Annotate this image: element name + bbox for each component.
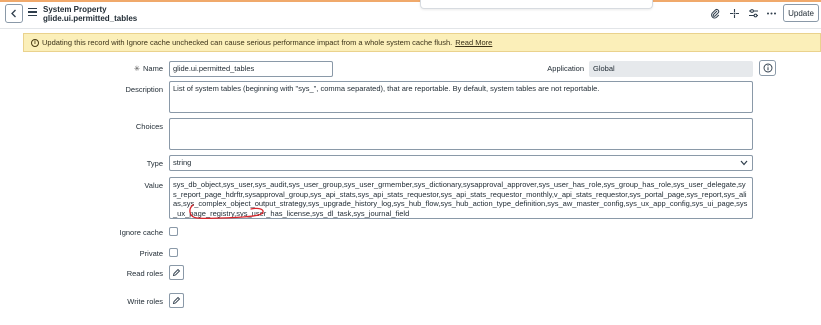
ignore-cache-checkbox[interactable] xyxy=(169,227,178,236)
read-more-link[interactable]: Read More xyxy=(455,38,492,47)
record-name-title: glide.ui.permitted_tables xyxy=(43,14,138,23)
record-type-title: System Property xyxy=(43,5,107,14)
name-field[interactable]: glide.ui.permitted_tables xyxy=(169,61,333,77)
back-button[interactable] xyxy=(5,4,23,23)
more-options-button[interactable] xyxy=(764,6,778,20)
write-roles-label: Write roles xyxy=(127,297,163,306)
description-label: Description xyxy=(125,85,163,94)
update-button[interactable]: Update xyxy=(783,4,819,22)
application-field: Global xyxy=(589,61,753,77)
pencil-icon xyxy=(172,296,181,305)
choices-label: Choices xyxy=(135,122,163,131)
pencil-icon xyxy=(172,268,181,277)
activity-icon xyxy=(729,8,739,18)
sliders-icon xyxy=(748,8,758,17)
private-label: Private xyxy=(139,249,163,258)
back-icon xyxy=(11,9,16,18)
type-label: Type xyxy=(146,159,163,168)
header-accent-line xyxy=(0,0,821,2)
cache-warning-banner: i Updating this record with Ignore cache… xyxy=(23,33,821,52)
type-select[interactable]: string xyxy=(169,155,753,171)
type-selected-value: string xyxy=(173,158,192,167)
value-label: Value xyxy=(144,181,163,190)
menu-icon[interactable] xyxy=(28,6,37,18)
page-title: System Property glide.ui.permitted_table… xyxy=(43,5,137,23)
chevron-down-icon xyxy=(740,159,748,169)
private-checkbox[interactable] xyxy=(169,248,178,257)
description-field[interactable]: List of system tables (beginning with "s… xyxy=(169,81,753,113)
ignore-cache-label: Ignore cache xyxy=(119,228,163,237)
read-roles-label: Read roles xyxy=(126,269,163,278)
name-label: ✳ Name xyxy=(133,64,163,73)
warning-text: Updating this record with Ignore cache u… xyxy=(42,38,453,47)
record-header: System Property glide.ui.permitted_table… xyxy=(0,0,821,29)
paperclip-icon xyxy=(711,8,720,18)
value-field[interactable]: sys_db_object,sys_user,sys_audit,sys_use… xyxy=(169,177,753,219)
required-icon: ✳ xyxy=(133,64,140,73)
info-icon: i xyxy=(31,38,39,47)
info-icon xyxy=(763,63,772,73)
overlay-popup xyxy=(420,0,653,9)
activity-button[interactable] xyxy=(727,6,741,20)
more-icon xyxy=(766,12,776,14)
choices-field[interactable] xyxy=(169,118,753,150)
read-roles-edit-button[interactable] xyxy=(169,265,184,280)
application-label: Application xyxy=(547,64,584,73)
write-roles-edit-button[interactable] xyxy=(169,293,184,308)
personalize-button[interactable] xyxy=(746,6,760,20)
application-info-button[interactable] xyxy=(759,60,776,76)
attachment-button[interactable] xyxy=(708,6,722,20)
